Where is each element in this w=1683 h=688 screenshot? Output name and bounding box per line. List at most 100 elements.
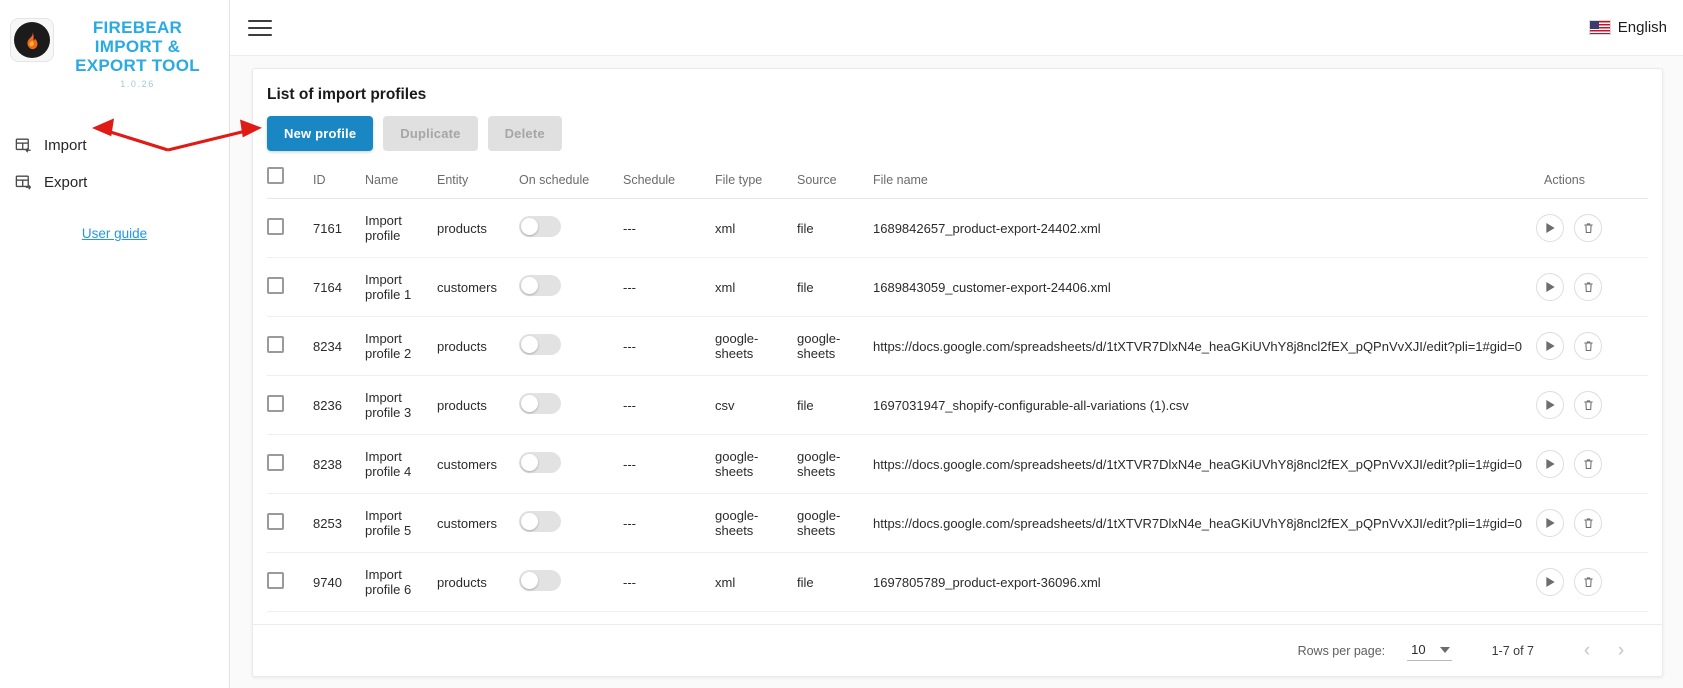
run-profile-button[interactable] xyxy=(1536,450,1564,478)
hamburger-menu-icon[interactable] xyxy=(248,15,272,41)
on-schedule-toggle[interactable] xyxy=(519,452,561,473)
delete-profile-button[interactable] xyxy=(1574,568,1602,596)
column-header-name[interactable]: Name xyxy=(365,167,437,199)
cell-actions xyxy=(1530,375,1648,435)
main-area: English List of import profiles New prof… xyxy=(230,0,1683,688)
firebear-flame-logo-icon xyxy=(14,22,50,58)
run-profile-button[interactable] xyxy=(1536,568,1564,596)
run-profile-button[interactable] xyxy=(1536,214,1564,242)
cell-on-schedule xyxy=(519,198,623,258)
language-label: English xyxy=(1617,19,1667,36)
row-select-cell xyxy=(267,552,313,612)
cell-name: Import profile 4 xyxy=(365,434,437,494)
cell-name: Import profile xyxy=(365,198,437,258)
cell-schedule: --- xyxy=(623,316,715,376)
table-row[interactable]: 8234 Import profile 2 products --- google-sh… xyxy=(267,316,1648,376)
cell-source: file xyxy=(797,198,873,258)
row-select-cell xyxy=(267,375,313,435)
on-schedule-toggle[interactable] xyxy=(519,334,561,355)
run-profile-button[interactable] xyxy=(1536,332,1564,360)
column-header-id[interactable]: ID xyxy=(313,167,365,199)
rows-per-page-select[interactable]: 10 xyxy=(1407,640,1452,661)
cell-file-type: csv xyxy=(715,375,797,435)
row-checkbox[interactable] xyxy=(267,454,284,471)
row-select-cell xyxy=(267,316,313,376)
on-schedule-toggle[interactable] xyxy=(519,393,561,414)
on-schedule-toggle[interactable] xyxy=(519,275,561,296)
cell-file-name: 1697805789_product-export-36096.xml xyxy=(873,552,1530,612)
sidebar: FIREBEAR IMPORT & EXPORT TOOL 1.0.26 Imp… xyxy=(0,0,230,688)
select-all-header xyxy=(267,167,313,199)
cell-on-schedule xyxy=(519,434,623,494)
new-profile-button[interactable]: New profile xyxy=(267,116,374,151)
cell-on-schedule xyxy=(519,257,623,317)
chevron-left-icon[interactable]: ‹ xyxy=(1570,634,1604,668)
cell-schedule: --- xyxy=(623,257,715,317)
table-row[interactable]: 7161 Import profile products --- xml file 1689… xyxy=(267,198,1648,258)
column-header-schedule[interactable]: Schedule xyxy=(623,167,715,199)
on-schedule-toggle[interactable] xyxy=(519,570,561,591)
row-checkbox[interactable] xyxy=(267,277,284,294)
table-row[interactable]: 7164 Import profile 1 customers --- xml file 1… xyxy=(267,257,1648,317)
cell-id: 9740 xyxy=(313,552,365,612)
delete-button[interactable]: Delete xyxy=(487,116,562,151)
row-select-cell xyxy=(267,434,313,494)
cell-file-type: google-sheets xyxy=(715,316,797,376)
column-header-entity[interactable]: Entity xyxy=(437,167,519,199)
delete-profile-button[interactable] xyxy=(1574,509,1602,537)
table-row[interactable]: 8238 Import profile 4 customers --- google-s… xyxy=(267,434,1648,494)
toggle-knob xyxy=(521,395,538,412)
column-header-source[interactable]: Source xyxy=(797,167,873,199)
sidebar-nav: Import Export xyxy=(0,127,229,201)
cell-source: file xyxy=(797,375,873,435)
delete-profile-button[interactable] xyxy=(1574,450,1602,478)
cell-schedule: --- xyxy=(623,434,715,494)
cell-entity: products xyxy=(437,552,519,612)
row-checkbox[interactable] xyxy=(267,513,284,530)
row-select-cell xyxy=(267,198,313,258)
on-schedule-toggle[interactable] xyxy=(519,216,561,237)
sidebar-item-export[interactable]: Export xyxy=(0,164,229,201)
select-all-checkbox[interactable] xyxy=(267,167,284,184)
cell-actions xyxy=(1530,552,1648,612)
duplicate-button[interactable]: Duplicate xyxy=(383,116,478,151)
on-schedule-toggle[interactable] xyxy=(519,511,561,532)
cell-entity: products xyxy=(437,198,519,258)
sidebar-item-import[interactable]: Import xyxy=(0,127,229,164)
brand-title-block: FIREBEAR IMPORT & EXPORT TOOL 1.0.26 xyxy=(54,14,219,89)
cell-actions xyxy=(1530,434,1648,494)
cell-schedule: --- xyxy=(623,493,715,553)
user-guide-link[interactable]: User guide xyxy=(82,226,147,241)
table-row[interactable]: 8236 Import profile 3 products --- csv file 16… xyxy=(267,375,1648,435)
row-checkbox[interactable] xyxy=(267,395,284,412)
delete-profile-button[interactable] xyxy=(1574,332,1602,360)
run-profile-button[interactable] xyxy=(1536,509,1564,537)
cell-file-type: xml xyxy=(715,257,797,317)
language-selector[interactable]: English xyxy=(1588,19,1667,36)
page-title: List of import profiles xyxy=(267,86,427,103)
row-select-cell xyxy=(267,493,313,553)
run-profile-button[interactable] xyxy=(1536,273,1564,301)
row-checkbox[interactable] xyxy=(267,572,284,589)
column-header-file-type[interactable]: File type xyxy=(715,167,797,199)
column-header-file-name[interactable]: File name xyxy=(873,167,1530,199)
delete-profile-button[interactable] xyxy=(1574,214,1602,242)
cell-name: Import profile 5 xyxy=(365,493,437,553)
toggle-knob xyxy=(521,277,538,294)
cell-actions xyxy=(1530,316,1648,376)
table-row[interactable]: 9740 Import profile 6 products --- xml file 16… xyxy=(267,552,1648,612)
chevron-right-icon[interactable]: › xyxy=(1604,634,1638,668)
cell-entity: products xyxy=(437,375,519,435)
cell-source: google-sheets xyxy=(797,316,873,376)
cell-file-type: google-sheets xyxy=(715,493,797,553)
brand-title-line-1: FIREBEAR xyxy=(92,18,183,37)
table-row[interactable]: 8253 Import profile 5 customers --- google-s… xyxy=(267,493,1648,553)
run-profile-button[interactable] xyxy=(1536,391,1564,419)
delete-profile-button[interactable] xyxy=(1574,273,1602,301)
delete-profile-button[interactable] xyxy=(1574,391,1602,419)
row-checkbox[interactable] xyxy=(267,218,284,235)
sidebar-item-import-label: Import xyxy=(44,137,87,154)
row-checkbox[interactable] xyxy=(267,336,284,353)
cell-id: 8236 xyxy=(313,375,365,435)
column-header-on-schedule[interactable]: On schedule xyxy=(519,167,623,199)
